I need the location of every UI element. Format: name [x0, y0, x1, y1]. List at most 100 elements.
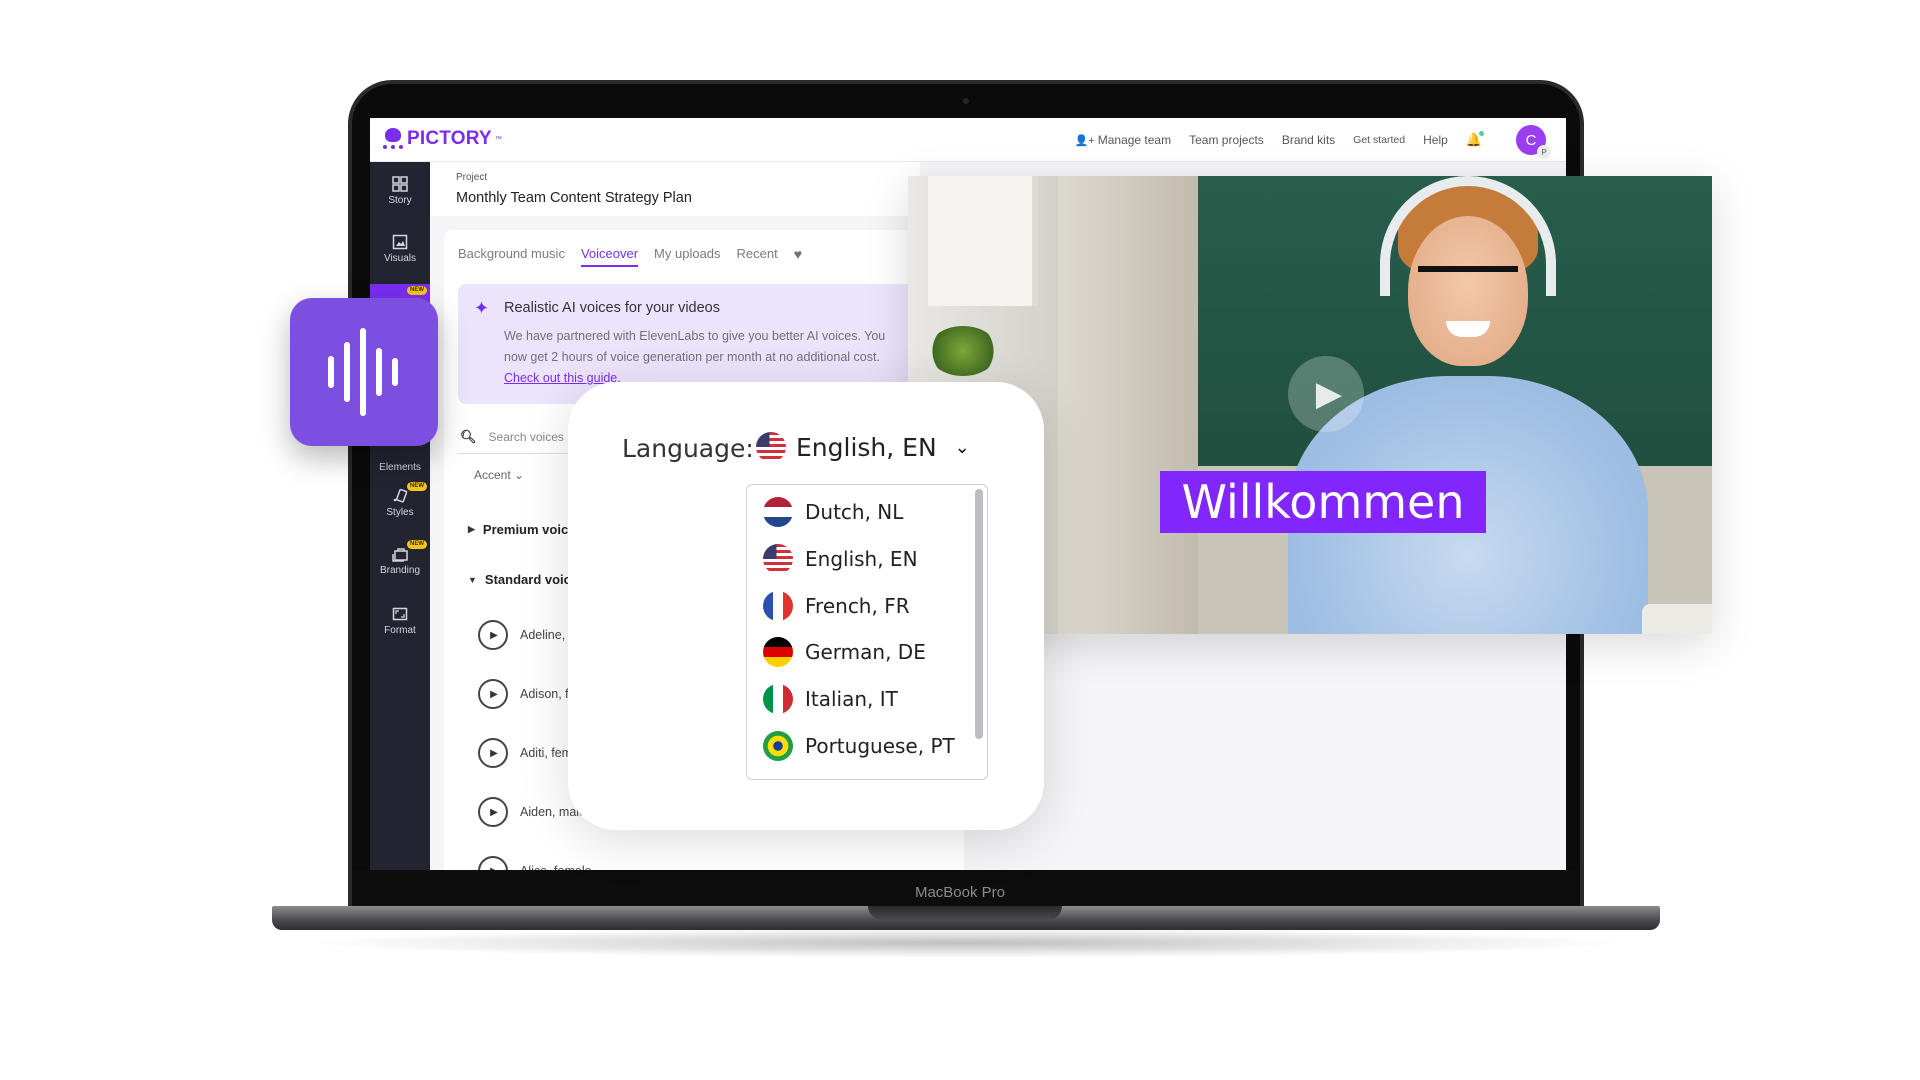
voice-wave-card [290, 298, 438, 446]
option-label: Italian, IT [805, 687, 898, 711]
language-dropdown: Dutch, NL English, EN French, FR German,… [746, 484, 988, 780]
banner-body: We have partnered with ElevenLabs to giv… [504, 326, 944, 389]
tab-voiceover[interactable]: Voiceover [580, 246, 639, 267]
briefcase-icon [392, 548, 408, 562]
it-flag-icon [763, 684, 793, 714]
background-pillar [1058, 176, 1198, 634]
chevron-down-icon: ⌄ [954, 436, 970, 458]
favorites-heart-icon[interactable]: ♥ [794, 246, 802, 267]
coffee-mug [1642, 604, 1712, 634]
language-selector-card: Language: English, EN ⌄ Dutch, NL Englis… [568, 382, 1044, 830]
play-icon[interactable]: ▶ [478, 738, 508, 768]
audio-tabs: Background music Voiceover My uploads Re… [458, 246, 802, 267]
option-label: French, FR [805, 594, 910, 618]
stage: MacBook Pro PICTORY ™ 👤+ Manage team Team… [0, 0, 1920, 1080]
caret-right-icon: ▶ [468, 524, 475, 534]
play-icon[interactable]: ▶ [478, 797, 508, 827]
dropdown-scrollbar[interactable] [975, 489, 983, 739]
voice-item: ▶ Alice, female [478, 856, 592, 870]
language-label: Language: [622, 434, 754, 463]
new-badge: NEW [407, 286, 427, 295]
play-icon[interactable]: ▶ [478, 679, 508, 709]
language-option-dutch[interactable]: Dutch, NL [763, 497, 903, 527]
user-avatar[interactable]: CP [1516, 125, 1551, 159]
grid-icon [392, 176, 408, 192]
sidebar-label: Format [384, 625, 416, 636]
sidebar-item-styles[interactable]: NEW Styles [370, 482, 430, 518]
chevron-down-icon: ⌄ [514, 468, 525, 482]
language-option-german[interactable]: German, DE [763, 637, 926, 667]
avatar-sub-badge: P [1537, 145, 1551, 159]
waveform-icon-bar [344, 342, 350, 402]
team-projects-link[interactable]: Team projects [1189, 133, 1264, 147]
tab-recent[interactable]: Recent [737, 246, 778, 267]
device-label: MacBook Pro [914, 884, 1006, 901]
video-caption: Willkommen [1160, 471, 1486, 533]
sidebar-label: Elements [379, 462, 421, 473]
styles-icon [393, 488, 408, 503]
camera-icon [963, 98, 969, 104]
sidebar: Story Visuals NEW Elements NEW Styles NE… [370, 162, 430, 870]
brand-kits-link[interactable]: Brand kits [1282, 133, 1335, 147]
us-flag-icon [756, 432, 786, 462]
top-nav: 👤+ Manage team Team projects Brand kits G… [1075, 118, 1551, 162]
language-option-italian[interactable]: Italian, IT [763, 684, 898, 714]
video-play-icon[interactable]: ▶ [1288, 356, 1364, 432]
project-label: Project [456, 172, 488, 183]
us-flag-icon [763, 544, 793, 574]
tab-background-music[interactable]: Background music [458, 246, 565, 267]
voice-name: Alice, female [520, 864, 592, 870]
sidebar-item-story[interactable]: Story [370, 176, 430, 206]
pictory-logo[interactable]: PICTORY ™ [382, 128, 502, 150]
tab-my-uploads[interactable]: My uploads [654, 246, 720, 267]
notification-dot [1479, 131, 1484, 136]
new-badge: NEW [407, 482, 427, 491]
sidebar-label: Visuals [383, 253, 417, 264]
sidebar-item-visuals[interactable]: Visuals [370, 234, 430, 264]
caret-down-icon: ▼ [468, 574, 477, 585]
laptop-shadow [300, 928, 1630, 958]
sidebar-label: Story [388, 195, 412, 206]
sidebar-item-elements[interactable]: Elements [370, 462, 430, 473]
accent-filter[interactable]: Accent ⌄ [474, 468, 524, 482]
avatar-initial: C [1525, 131, 1537, 149]
language-select[interactable]: English, EN ⌄ [756, 432, 970, 462]
search-placeholder: Search voices [488, 429, 564, 444]
play-icon[interactable]: ▶ [478, 620, 508, 650]
image-icon [392, 234, 408, 250]
voice-item: ▶ Aiden, male [478, 797, 586, 827]
fr-flag-icon [763, 591, 793, 621]
banner-title: Realistic AI voices for your videos [504, 300, 720, 316]
play-icon[interactable]: ▶ [478, 856, 508, 870]
waveform-icon-bar [360, 328, 366, 416]
option-label: Dutch, NL [805, 500, 904, 524]
language-option-portuguese[interactable]: Portuguese, PT [763, 731, 955, 761]
sidebar-item-branding[interactable]: NEW Branding [370, 540, 430, 576]
sparkle-icon: ✦ [474, 298, 490, 318]
resize-icon [392, 607, 408, 621]
manage-team-label: Manage team [1097, 133, 1172, 147]
sidebar-item-format[interactable]: Format [370, 606, 430, 636]
notification-bell-icon[interactable]: 🔔 [1466, 131, 1484, 148]
add-user-icon: 👤+ [1074, 135, 1095, 147]
language-option-english[interactable]: English, EN [763, 544, 918, 574]
premium-voices-toggle[interactable]: ▶ Premium voices [468, 522, 583, 537]
option-label: German, DE [805, 640, 926, 664]
help-link[interactable]: Help [1423, 133, 1448, 147]
banner-line: We have partnered with ElevenLabs to giv… [504, 329, 886, 343]
background-plant [928, 326, 998, 376]
accent-label: Accent [474, 468, 511, 482]
project-title[interactable]: Monthly Team Content Strategy Plan [456, 190, 692, 206]
sidebar-label: Branding [379, 565, 421, 576]
project-bar: Project Monthly Team Content Strategy Pl… [430, 162, 920, 216]
get-started-link[interactable]: Get started [1353, 134, 1405, 146]
selected-language: English, EN [796, 432, 937, 462]
option-label: English, EN [805, 547, 918, 571]
language-option-french[interactable]: French, FR [763, 591, 910, 621]
manage-team-link[interactable]: 👤+ Manage team [1075, 133, 1172, 147]
waveform-icon-bar [328, 356, 334, 388]
octopus-logo-icon [382, 128, 404, 150]
option-label: Portuguese, PT [805, 734, 955, 758]
new-badge: NEW [407, 540, 427, 549]
nl-flag-icon [763, 497, 793, 527]
